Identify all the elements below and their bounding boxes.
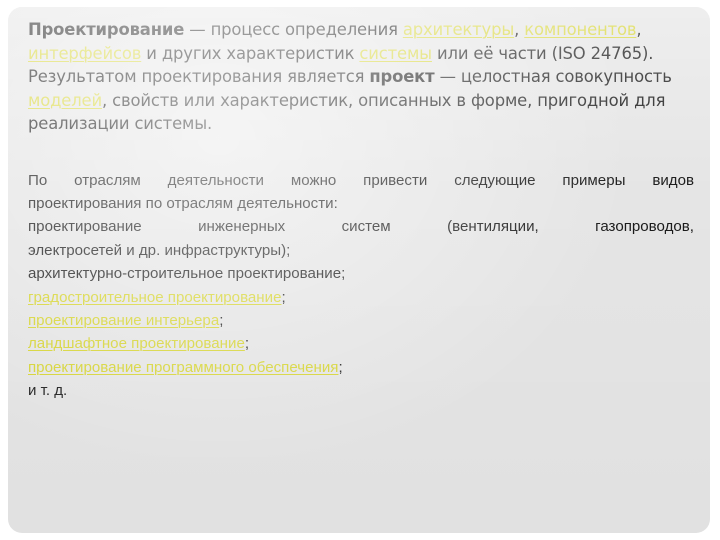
semicolon-interior: ;	[219, 311, 224, 329]
intro-segment-6: — целостная совокупность	[434, 67, 672, 86]
lead-line-2: проектирования по отраслям деятельности:	[28, 194, 338, 212]
link-urban-planning[interactable]: градостроительное проектирование	[28, 289, 281, 306]
semicolon-landscape: ;	[244, 335, 250, 353]
item-architectural: архитектурно-строительное проектирование…	[28, 265, 346, 283]
link-system[interactable]: системы	[359, 44, 432, 63]
term-project: проект	[369, 67, 435, 86]
link-components[interactable]: компонентов	[524, 20, 636, 39]
link-interior-design[interactable]: проектирование интерьера	[28, 312, 219, 329]
intro-segment-1: — процесс определения	[184, 20, 403, 39]
link-models[interactable]: моделей	[28, 91, 102, 110]
list-item-landscape: ландшафтное проектирование;	[28, 332, 694, 355]
list-item-software: проектирование программного обеспечения;	[28, 356, 694, 379]
list-item-urban: градостроительное проектирование;	[28, 286, 694, 309]
body-paragraph: По отраслям деятельности можно привести …	[28, 169, 694, 403]
list-item-interior: проектирование интерьера;	[28, 309, 694, 332]
intro-paragraph: Проектирование — процесс определения арх…	[28, 18, 694, 136]
intro-segment-2: ,	[514, 20, 525, 39]
semicolon-urban: ;	[281, 288, 286, 306]
lead-line-1: По отраслям деятельности можно привести …	[28, 171, 694, 189]
text-content-area: Проектирование — процесс определения арх…	[28, 18, 694, 403]
item-engineering-line-2: электросетей и др. инфраструктуры);	[28, 241, 291, 259]
link-landscape-design[interactable]: ландшафтное проектирование	[28, 335, 245, 352]
slide-canvas: Проектирование — процесс определения арх…	[0, 0, 720, 540]
semicolon-software: ;	[338, 358, 343, 376]
term-projecting: Проектирование	[28, 20, 185, 39]
item-engineering-line-1: проектирование инженерных систем (вентил…	[28, 218, 694, 236]
link-architecture[interactable]: архитектуры	[403, 20, 514, 39]
content-card: Проектирование — процесс определения арх…	[8, 7, 710, 533]
link-software-design[interactable]: проектирование программного обеспечения	[28, 359, 338, 376]
link-interfaces[interactable]: интерфейсов	[28, 44, 141, 63]
intro-segment-7: , свойств или характеристик, описанных в…	[28, 90, 666, 134]
intro-segment-3: ,	[636, 20, 642, 39]
intro-segment-4: и других характеристик	[141, 43, 360, 63]
list-item-etc: и т. д.	[28, 382, 68, 400]
